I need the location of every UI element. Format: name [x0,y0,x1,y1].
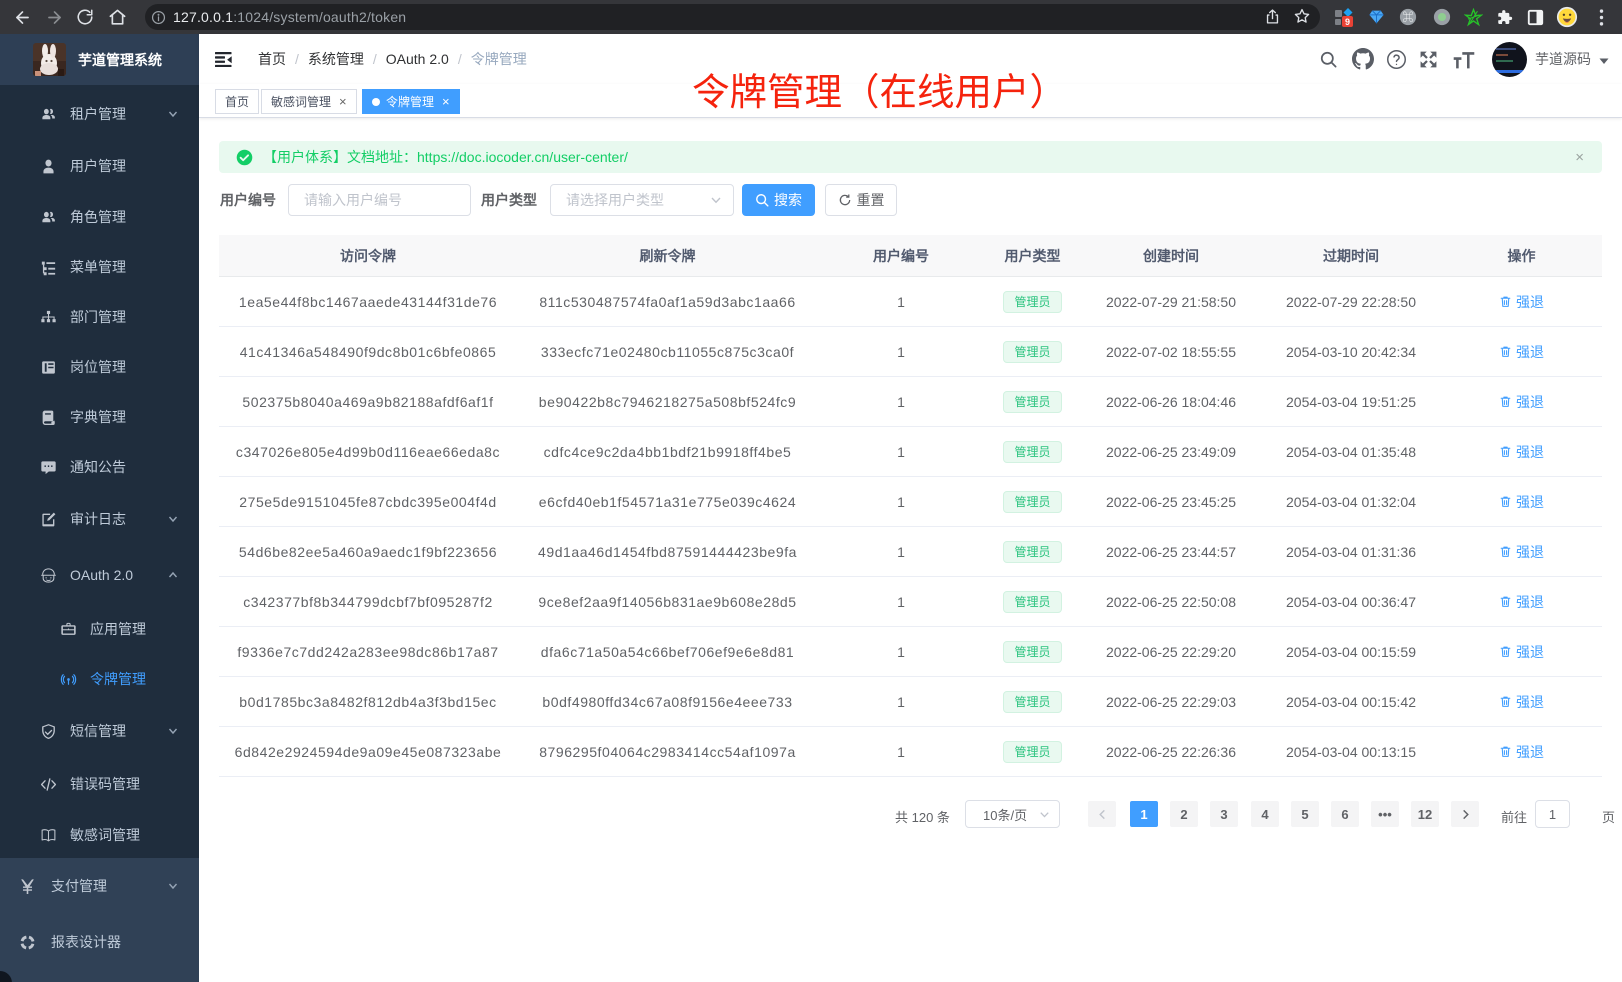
svg-text:9: 9 [1345,17,1350,27]
svg-text:⌘: ⌘ [1402,11,1413,24]
